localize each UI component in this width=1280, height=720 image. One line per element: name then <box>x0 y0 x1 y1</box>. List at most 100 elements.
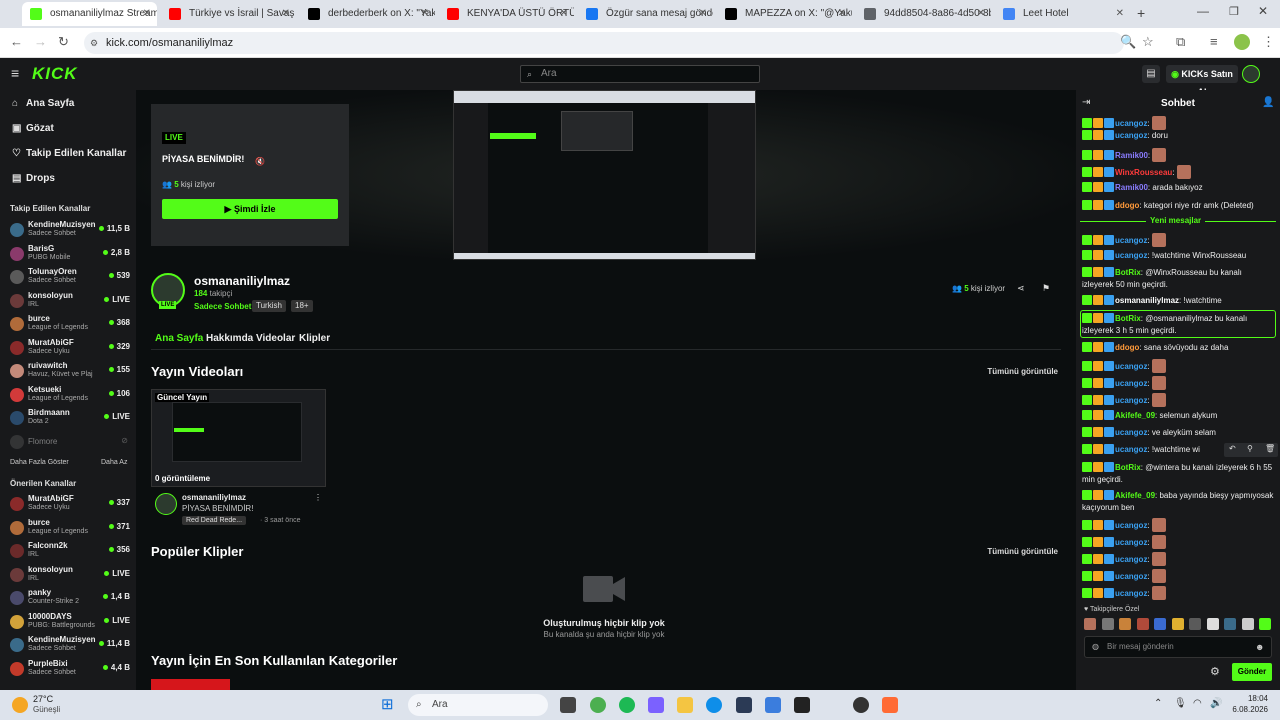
chat-users-icon[interactable]: 👤 <box>1262 97 1274 108</box>
sidebar-channel[interactable]: ruivawitch Havuz, Küvet ve Plaj 155 <box>8 361 130 383</box>
browser-tab[interactable]: 94dd8504-8a86-4d50-8b ✕ <box>856 2 991 26</box>
emote-icon[interactable] <box>1136 618 1149 630</box>
media-icon[interactable]: ≡ <box>1210 34 1218 49</box>
chat-message[interactable]: ucangoz: <box>1082 116 1274 130</box>
tab-close-icon[interactable]: ✕ <box>699 2 707 26</box>
sidebar-channel[interactable]: MuratAbiGF Sadece Uyku 329 <box>8 338 130 360</box>
stream-preview[interactable] <box>453 90 756 260</box>
chat-username[interactable]: ucangoz <box>1115 555 1147 564</box>
reload-icon[interactable]: ↻ <box>58 34 69 50</box>
wifi-icon[interactable]: ◠ <box>1193 698 1202 709</box>
chat-username[interactable]: ucangoz <box>1115 396 1147 405</box>
chat-message[interactable]: ucangoz: <box>1082 376 1274 390</box>
chat-message[interactable]: ucangoz: doru <box>1082 130 1274 142</box>
weather-temperature[interactable]: 27°C <box>33 694 53 704</box>
chat-username[interactable]: Ramik00 <box>1115 151 1148 160</box>
bookmark-icon[interactable]: ☆ <box>1142 34 1154 50</box>
stocks-icon[interactable] <box>794 697 810 713</box>
start-icon[interactable]: ⊞ <box>381 697 397 713</box>
chat-message[interactable]: ucangoz: <box>1082 535 1274 549</box>
emote-icon[interactable] <box>1119 618 1131 630</box>
delete-icon[interactable]: 🗑 <box>1265 444 1275 453</box>
chat-username[interactable]: osmananiliylmaz <box>1115 296 1179 305</box>
sidebar-channel[interactable]: Birdmaann Dota 2 LIVE <box>8 408 130 430</box>
chat-message[interactable]: ddogo: sana sövüyodu az daha <box>1082 342 1274 354</box>
emote-icon[interactable] <box>1241 618 1254 630</box>
new-tab-button[interactable]: + <box>1137 5 1145 21</box>
spotify-icon[interactable] <box>619 697 635 713</box>
chat-message[interactable]: ucangoz: ve aleyküm selam <box>1082 427 1274 439</box>
reply-icon[interactable]: ↶ <box>1229 444 1236 453</box>
channel-category[interactable]: Sadece Sohbet <box>194 302 251 311</box>
sidebar-channel[interactable]: konsoloyun IRL LIVE <box>8 291 130 313</box>
video-category-tag[interactable]: Red Dead Rede... <box>182 516 247 525</box>
sidebar-channel[interactable]: KendineMuzisyen Sadece Sohbet 11,4 B <box>8 635 130 657</box>
sidebar-channel[interactable]: burce League of Legends 371 <box>8 518 130 540</box>
sidebar-channel[interactable]: burce League of Legends 368 <box>8 314 130 336</box>
sidebar-channel[interactable]: TolunayOren Sadece Sohbet 539 <box>8 267 130 289</box>
sidebar-channel[interactable]: Falconn2k IRL 356 <box>8 541 130 563</box>
chat-username[interactable]: ucangoz <box>1115 589 1147 598</box>
tag-age[interactable]: 18+ <box>291 300 313 312</box>
chat-message[interactable]: ddogo: kategori niye rdr amk (Deleted) <box>1082 200 1274 212</box>
app-icon-3[interactable] <box>765 697 781 713</box>
sidebar-channel[interactable]: KendineMuzisyen Sadece Sohbet 11,5 B <box>8 220 130 242</box>
app-icon-4[interactable] <box>882 697 898 713</box>
library-icon[interactable]: ▤ <box>1142 65 1160 83</box>
search-input[interactable]: ⌕ Ara <box>520 65 760 83</box>
forward-icon[interactable]: → <box>34 34 47 49</box>
chat-message[interactable]: Ramik00: <box>1082 148 1274 162</box>
chat-username[interactable]: ucangoz <box>1115 379 1147 388</box>
emote-icon[interactable] <box>1206 618 1219 630</box>
tab-close-icon[interactable]: ✕ <box>143 2 151 26</box>
send-button[interactable]: Gönder <box>1232 663 1272 681</box>
tab-close-icon[interactable]: ✕ <box>838 2 846 26</box>
video-channel-avatar[interactable] <box>155 493 177 515</box>
chat-settings-icon[interactable]: ◍ <box>1092 637 1099 657</box>
video-thumbnail[interactable]: Güncel Yayın 0 görüntüleme <box>151 389 326 487</box>
watch-now-button[interactable]: ▶ Şimdi İzle <box>162 199 338 219</box>
chat-username[interactable]: Akifefe_09 <box>1115 411 1155 420</box>
sidebar-channel[interactable]: konsoloyun IRL LIVE <box>8 565 130 587</box>
chat-username[interactable]: ucangoz <box>1115 236 1147 245</box>
category-thumbnail[interactable] <box>151 679 230 690</box>
browser-tab[interactable]: MAPEZZA on X: "@Yakup ✕ <box>717 2 852 26</box>
chat-username[interactable]: ucangoz <box>1115 445 1147 454</box>
maximize-icon[interactable]: ❐ <box>1229 5 1239 18</box>
tab-home[interactable]: Ana Sayfa <box>155 333 203 344</box>
chat-message[interactable]: ucangoz: <box>1082 552 1274 566</box>
sidebar-channel[interactable]: Ketsueki League of Legends 106 <box>8 385 130 407</box>
browser-tab[interactable]: Özgür sana mesaj gönder ✕ <box>578 2 713 26</box>
chat-username[interactable]: ucangoz <box>1115 538 1147 547</box>
show-more-button[interactable]: Daha Fazla Göster <box>10 459 69 466</box>
share-icon[interactable]: ⋖ <box>1017 283 1025 294</box>
sidebar-nav-item[interactable]: ♡ Takip Edilen Kanallar <box>12 148 126 159</box>
chat-message[interactable]: ucangoz: <box>1082 586 1274 600</box>
chat-username[interactable]: ucangoz <box>1115 572 1147 581</box>
chat-username[interactable]: ddogo <box>1115 201 1139 210</box>
profile-avatar[interactable] <box>1234 34 1250 50</box>
kicks-buy-button[interactable]: ◉ KICKs Satın Al <box>1166 65 1238 97</box>
chat-username[interactable]: Ramik00 <box>1115 183 1148 192</box>
videos-see-all-link[interactable]: Tümünü görüntüle <box>987 367 1058 376</box>
clock-time[interactable]: 18:04 <box>1220 694 1268 703</box>
chat-username[interactable]: ucangoz <box>1115 119 1147 128</box>
edge-icon[interactable] <box>706 697 722 713</box>
minimize-icon[interactable]: — <box>1197 4 1209 18</box>
tab-about[interactable]: Hakkımda <box>206 333 253 344</box>
obs-icon[interactable] <box>853 697 869 713</box>
extensions-icon[interactable]: ⧉ <box>1176 34 1185 50</box>
chat-message[interactable]: ucangoz: <box>1082 518 1274 532</box>
chat-username[interactable]: ucangoz <box>1115 362 1147 371</box>
taskbar-search[interactable]: ⌕ Ara <box>408 694 548 716</box>
chat-message[interactable]: ucangoz: <box>1082 569 1274 583</box>
gear-icon[interactable]: ⚙ <box>1210 665 1220 678</box>
tray-chevron-icon[interactable]: ⌃ <box>1154 698 1162 709</box>
emote-icon[interactable] <box>1101 618 1114 630</box>
chat-message-input[interactable]: ◍ Bir mesaj gönderin ☻ <box>1084 636 1272 658</box>
video-channel-name[interactable]: osmananiliylmaz <box>182 493 246 502</box>
emoji-icon[interactable]: ☻ <box>1255 637 1264 657</box>
user-avatar[interactable] <box>1242 65 1260 83</box>
browser-tab[interactable]: KENYA'DA ÜSTÜ ÖRTÜLE✕ <box>439 2 574 26</box>
tab-clips[interactable]: Klipler <box>299 333 330 344</box>
